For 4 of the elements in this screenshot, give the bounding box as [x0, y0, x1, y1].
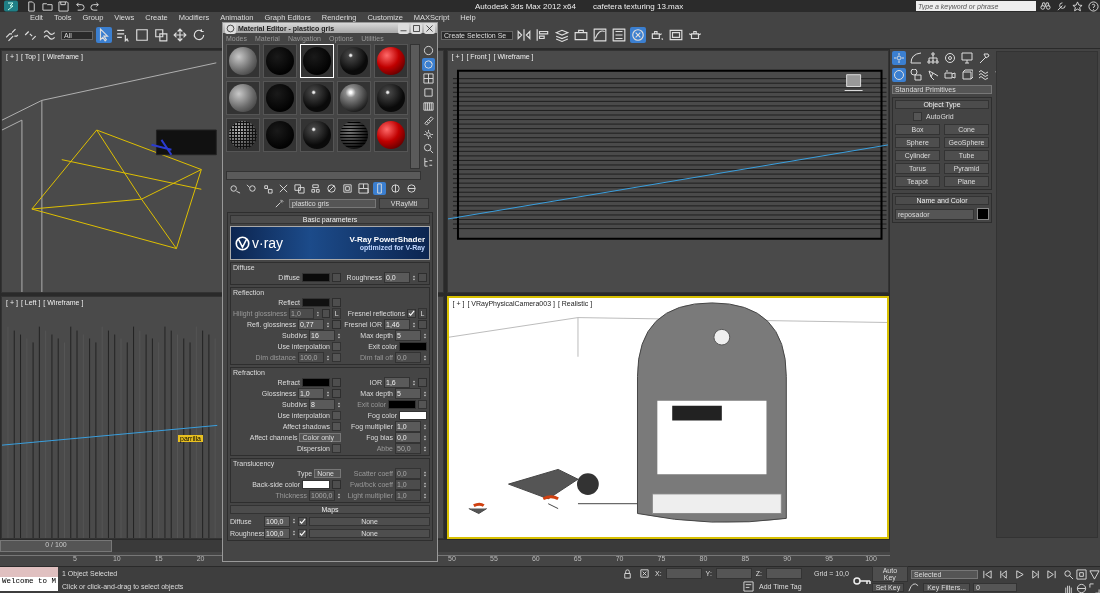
banner-title: V-Ray PowerShader [349, 235, 425, 244]
vray-logo-text: v·ray [252, 235, 284, 251]
file-name: cafetera texturing 13.max [592, 1, 684, 11]
window-title: Autodesk 3ds Max 2012 x64 [475, 1, 576, 11]
